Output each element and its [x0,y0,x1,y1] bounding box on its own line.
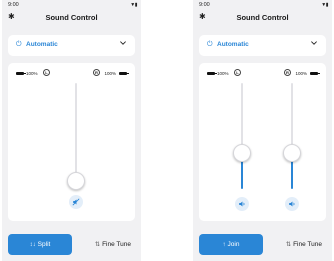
phone-screen-split-mode: 9:00 ▼▮ ✱ Sound Control ⏻ Automatic 100%… [2,0,141,261]
battery-level-right: 100% [295,71,307,76]
split-icon: ↕↓ [29,242,36,248]
power-icon: ⏻ [207,41,213,48]
mute-button[interactable] [69,195,83,209]
status-time: 9:00 [8,2,19,8]
ear-label-right: R [93,69,100,76]
join-button[interactable]: ↑ Join [199,234,263,255]
volume-slider-card: 100% L R 100% [8,63,135,221]
mode-label: Automatic [217,41,249,48]
battery-icon-left [207,72,217,75]
speaker-muted-icon [72,198,80,206]
mode-dropdown[interactable]: ⏻ Automatic [8,35,135,56]
fine-tune-button[interactable]: ⇅ Fine Tune [95,234,131,255]
phone-screen-join-mode: 9:00 ▼▮ ✱ Sound Control ⏻ Automatic 100%… [193,0,332,261]
page-title: Sound Control [236,13,289,22]
status-time: 9:00 [199,2,210,8]
volume-slider-track[interactable] [75,83,77,186]
left-slider-track[interactable] [241,83,243,153]
battery-level-left: 100% [217,71,229,76]
battery-level-left: 100% [26,71,38,76]
left-slider-knob[interactable] [233,144,251,162]
sliders-icon: ⇅ [95,242,101,248]
fine-tune-button[interactable]: ⇅ Fine Tune [286,234,322,255]
power-icon: ⏻ [16,41,22,48]
battery-icon-right [310,72,320,75]
mode-label: Automatic [26,41,58,48]
volume-slider-knob[interactable] [67,172,85,190]
bottom-bar: ↑ Join ⇅ Fine Tune [199,234,326,255]
split-button[interactable]: ↕↓ Split [8,234,72,255]
mode-dropdown[interactable]: ⏻ Automatic [199,35,326,56]
battery-icon-left [16,72,26,75]
chevron-down-icon[interactable] [119,39,127,47]
app-header: ✱ Sound Control [2,12,141,24]
app-header: ✱ Sound Control [193,12,332,24]
right-slider-knob[interactable] [283,144,301,162]
chevron-down-icon[interactable] [310,39,318,47]
sliders-icon: ⇅ [286,242,292,248]
speaker-icon [289,201,295,207]
speaker-icon [239,201,245,207]
right-slider-track[interactable] [291,83,293,153]
status-icons: ▼▮ [321,2,328,8]
join-icon: ↑ [222,242,226,248]
join-button-label: Join [227,241,240,248]
page-title: Sound Control [45,13,98,22]
status-bar: 9:00 ▼▮ [2,2,141,10]
volume-slider-card: 100% L R 100% [199,63,326,221]
ear-label-left: L [43,69,50,76]
fine-tune-label: Fine Tune [293,241,322,248]
ear-label-right: R [284,69,291,76]
left-volume-button[interactable] [235,197,249,211]
bottom-bar: ↕↓ Split ⇅ Fine Tune [8,234,135,255]
status-icons: ▼▮ [130,2,137,8]
split-button-label: Split [37,241,51,248]
battery-icon-right [119,72,129,75]
battery-level-right: 100% [104,71,116,76]
status-bar: 9:00 ▼▮ [193,2,332,10]
ear-label-left: L [234,69,241,76]
right-volume-button[interactable] [285,197,299,211]
fine-tune-label: Fine Tune [102,241,131,248]
